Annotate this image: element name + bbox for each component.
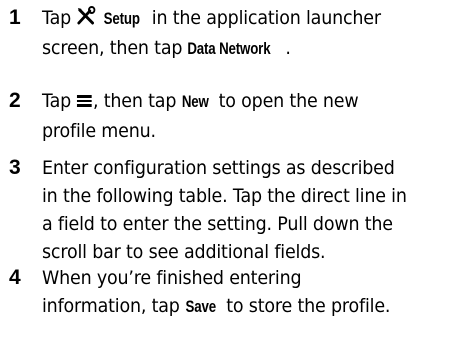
text-segment: screen, then tap	[42, 37, 188, 59]
text-segment: , then tap	[92, 90, 182, 112]
text-segment: information, tap	[42, 295, 186, 317]
setup-tools-icon	[76, 6, 98, 34]
keyword-new: New	[181, 92, 209, 111]
text-segment: in the application launcher	[146, 7, 381, 29]
text-segment: to store the profile.	[220, 295, 391, 317]
instruction-page: 1 Tap Setup in the application launcher …	[0, 0, 465, 342]
step-number: 2	[9, 89, 21, 112]
text-segment: profile menu.	[42, 120, 156, 142]
keyword-data-network: Data Network	[187, 39, 271, 58]
text-segment: .	[285, 37, 291, 59]
step-text: Tap Setup in the application launcher sc…	[42, 4, 428, 63]
step-line: scroll bar to see additional fields.	[42, 241, 326, 263]
step-line: screen, then tap Data Network.	[42, 34, 428, 63]
keyword-save: Save	[185, 297, 216, 316]
text-segment: to open the new	[213, 90, 359, 112]
step-number: 4	[9, 266, 21, 289]
step-number: 3	[9, 156, 21, 179]
step-line: profile menu.	[42, 117, 428, 145]
step-line: in the following table. Tap the direct l…	[42, 185, 407, 207]
step-text: Enter configuration settings as describe…	[42, 154, 428, 266]
text-segment: Tap	[42, 7, 77, 29]
menu-icon	[76, 89, 93, 117]
step-text: Tap , then tap New to open the new profi…	[42, 87, 428, 145]
step-line: information, tap Save to store the profi…	[42, 292, 428, 321]
keyword-setup: Setup	[103, 9, 141, 28]
step-line: Tap Setup in the application launcher	[42, 4, 428, 34]
step-text: When you’re finished entering informatio…	[42, 264, 428, 321]
step-line: a field to enter the setting. Pull down …	[42, 213, 393, 235]
step-line: When you’re finished entering	[42, 267, 302, 289]
step-line: Tap , then tap New to open the new	[42, 87, 428, 117]
step-number: 1	[9, 6, 21, 29]
step-line: Enter configuration settings as describe…	[42, 157, 395, 179]
text-segment: Tap	[42, 90, 77, 112]
